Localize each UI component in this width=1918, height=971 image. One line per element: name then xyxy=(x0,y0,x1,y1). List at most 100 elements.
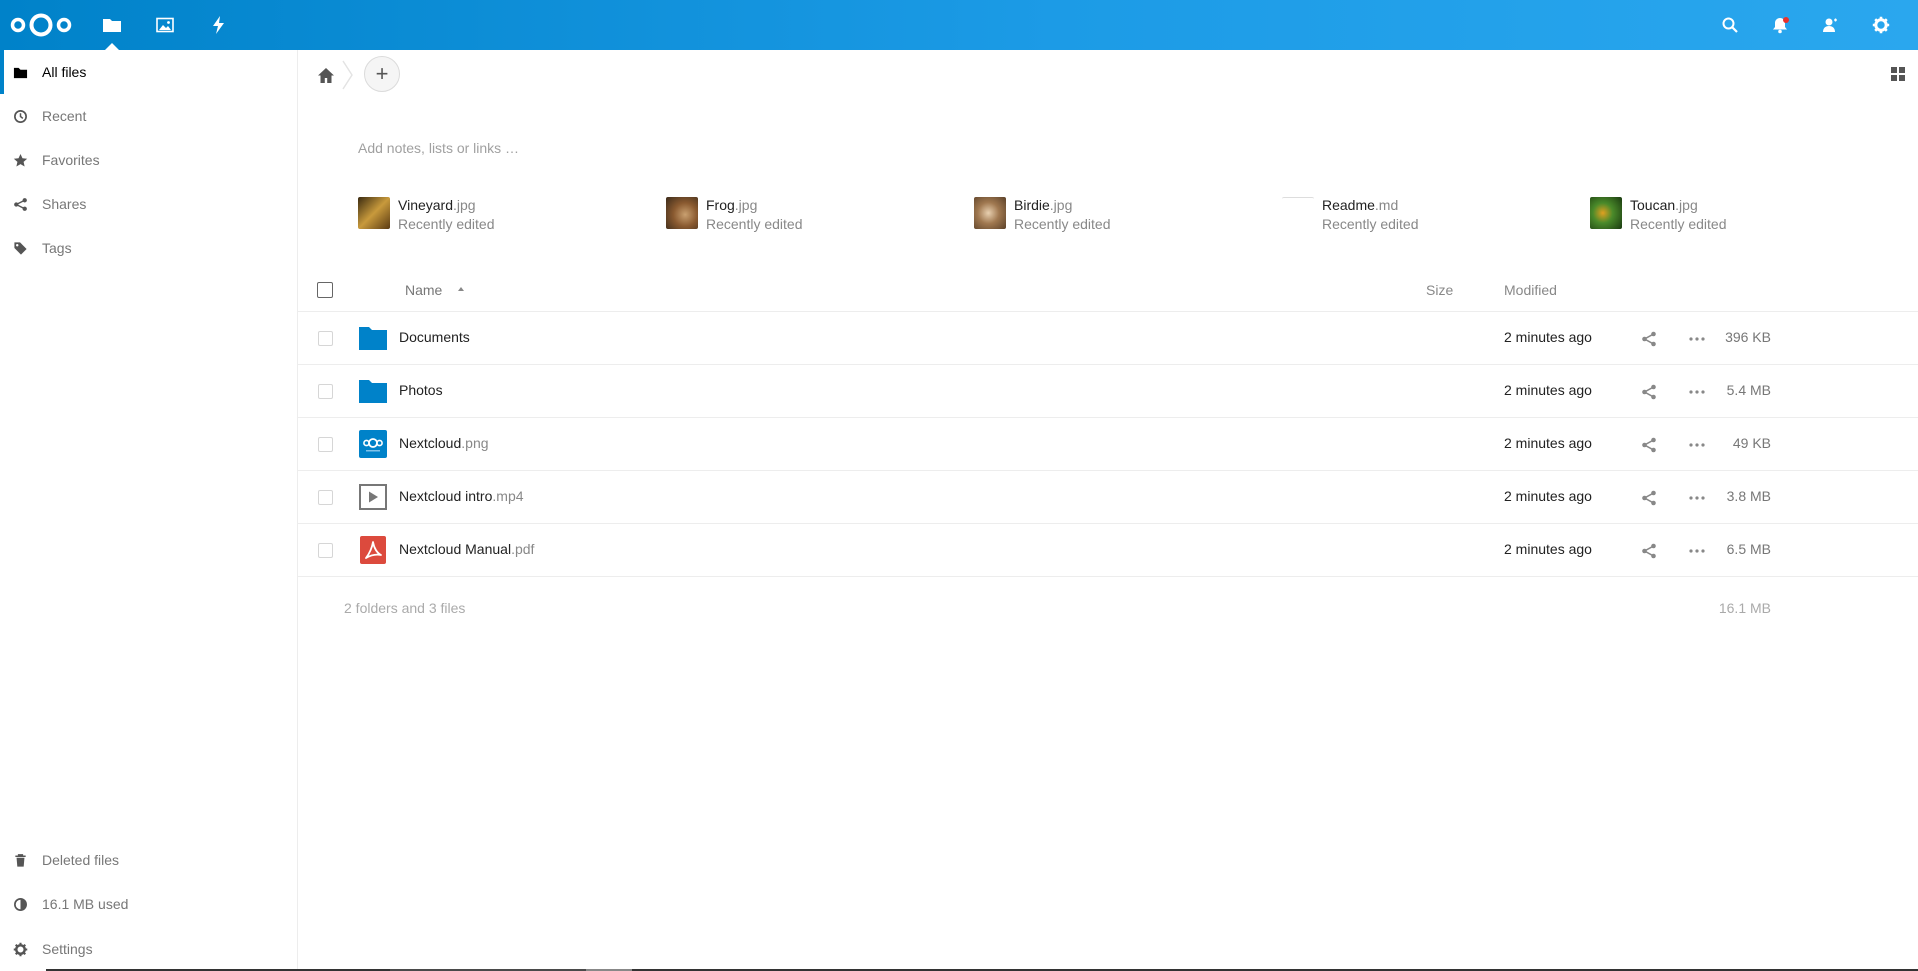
recent-file-subtitle: Recently edited xyxy=(1322,216,1419,232)
breadcrumb-separator xyxy=(342,60,353,90)
sidebar-item-recent[interactable]: Recent xyxy=(0,94,297,138)
share-icon[interactable] xyxy=(1640,489,1658,507)
table-row[interactable]: Documents 396 KB 2 minutes ago xyxy=(298,312,1918,365)
recent-files: Vineyard.jpg Recently edited Frog.jpg Re… xyxy=(358,195,1878,239)
pie-chart-icon xyxy=(0,897,40,912)
recent-file-subtitle: Recently edited xyxy=(398,216,495,232)
file-size: 6.5 MB xyxy=(1726,541,1771,557)
table-row[interactable]: Photos 5.4 MB 2 minutes ago xyxy=(298,365,1918,418)
row-checkbox[interactable] xyxy=(318,490,333,505)
settings-menu-button[interactable] xyxy=(1856,0,1906,50)
recent-file-card[interactable]: Frog.jpg Recently edited xyxy=(666,195,966,239)
sidebar-item-shares[interactable]: Shares xyxy=(0,182,297,226)
clock-icon xyxy=(0,109,40,124)
star-icon xyxy=(0,153,40,168)
share-icon[interactable] xyxy=(1640,436,1658,454)
sidebar-item-favorites[interactable]: Favorites xyxy=(0,138,297,182)
more-options-icon[interactable] xyxy=(1687,383,1707,401)
file-size: 396 KB xyxy=(1725,329,1771,345)
quota-indicator[interactable]: 16.1 MB used xyxy=(0,882,297,926)
plus-icon: + xyxy=(375,61,389,86)
file-thumbnail xyxy=(666,197,698,229)
file-thumbnail xyxy=(1590,197,1622,229)
sort-ascending-icon[interactable] xyxy=(456,284,466,294)
notifications-button[interactable] xyxy=(1755,0,1805,50)
recent-file-card[interactable]: Readme.md Recently edited xyxy=(1282,195,1582,239)
home-icon[interactable] xyxy=(316,66,336,86)
file-name[interactable]: Photos xyxy=(399,382,443,398)
row-checkbox[interactable] xyxy=(318,543,333,558)
file-size: 49 KB xyxy=(1732,435,1771,451)
file-name[interactable]: Nextcloud intro.mp4 xyxy=(399,488,524,504)
sidebar-item-deleted-files[interactable]: Deleted files xyxy=(0,838,297,882)
sidebar-item-all-files[interactable]: All files xyxy=(0,50,297,94)
app-activity-button[interactable] xyxy=(192,0,246,50)
table-row[interactable]: Nextcloud intro.mp4 3.8 MB 2 minutes ago xyxy=(298,471,1918,524)
sidebar-item-label: Favorites xyxy=(42,152,100,168)
sidebar-item-label: Deleted files xyxy=(42,852,120,868)
rich-workspace-notes[interactable]: Add notes, lists or links … xyxy=(358,140,519,156)
select-all-checkbox[interactable] xyxy=(317,282,333,298)
more-options-icon[interactable] xyxy=(1687,542,1707,560)
table-row[interactable]: Nextcloud.png 49 KB 2 minutes ago xyxy=(298,418,1918,471)
column-name-header[interactable]: Name xyxy=(405,282,442,298)
sidebar: All files Recent Favorites Shares Tags D… xyxy=(0,50,298,971)
file-modified: 2 minutes ago xyxy=(1504,541,1592,557)
nextcloud-logo[interactable] xyxy=(10,11,72,39)
file-thumbnail xyxy=(974,197,1006,229)
row-checkbox[interactable] xyxy=(318,384,333,399)
file-size: 3.8 MB xyxy=(1726,488,1771,504)
column-size-header[interactable]: Size xyxy=(1426,282,1453,298)
more-options-icon[interactable] xyxy=(1687,436,1707,454)
sidebar-item-label: Recent xyxy=(42,108,87,124)
grid-view-icon[interactable] xyxy=(1888,64,1908,84)
sidebar-item-settings[interactable]: Settings xyxy=(0,927,297,971)
search-icon xyxy=(1722,17,1738,33)
recent-file-name: Frog.jpg xyxy=(706,197,758,213)
file-modified: 2 minutes ago xyxy=(1504,382,1592,398)
recent-file-subtitle: Recently edited xyxy=(706,216,803,232)
contacts-button[interactable] xyxy=(1805,0,1855,50)
recent-file-subtitle: Recently edited xyxy=(1630,216,1727,232)
recent-file-name: Toucan.jpg xyxy=(1630,197,1698,213)
file-name[interactable]: Nextcloud Manual.pdf xyxy=(399,541,534,557)
file-name[interactable]: Documents xyxy=(399,329,470,345)
recent-file-name: Vineyard.jpg xyxy=(398,197,476,213)
file-modified: 2 minutes ago xyxy=(1504,329,1592,345)
search-button[interactable] xyxy=(1705,0,1755,50)
row-checkbox[interactable] xyxy=(318,437,333,452)
recent-file-card[interactable]: Birdie.jpg Recently edited xyxy=(974,195,1274,239)
row-checkbox[interactable] xyxy=(318,331,333,346)
sidebar-item-tags[interactable]: Tags xyxy=(0,226,297,270)
column-modified-header[interactable]: Modified xyxy=(1504,282,1557,298)
table-row[interactable]: Nextcloud Manual.pdf 6.5 MB 2 minutes ag… xyxy=(298,524,1918,577)
file-thumbnail xyxy=(358,197,390,229)
gear-icon xyxy=(0,942,40,957)
more-options-icon[interactable] xyxy=(1687,330,1707,348)
recent-file-name: Birdie.jpg xyxy=(1014,197,1073,213)
sidebar-item-label: All files xyxy=(42,64,87,80)
sidebar-item-label: Shares xyxy=(42,196,87,212)
app-files-button[interactable] xyxy=(85,0,139,50)
nextcloud-image-icon xyxy=(359,430,387,458)
share-icon[interactable] xyxy=(1640,330,1658,348)
sidebar-item-label: Tags xyxy=(42,240,72,256)
top-header xyxy=(0,0,1918,50)
app-photos-button[interactable] xyxy=(138,0,192,50)
video-icon xyxy=(359,484,387,510)
file-name[interactable]: Nextcloud.png xyxy=(399,435,489,451)
gear-icon xyxy=(1872,16,1890,34)
file-table-header: Name Size Modified xyxy=(298,268,1918,312)
file-summary: 2 folders and 3 files xyxy=(344,600,466,616)
share-icon[interactable] xyxy=(1640,542,1658,560)
file-thumbnail xyxy=(1282,197,1314,229)
trash-icon xyxy=(0,853,40,868)
file-modified: 2 minutes ago xyxy=(1504,435,1592,451)
recent-file-card[interactable]: Toucan.jpg Recently edited xyxy=(1590,195,1890,239)
recent-file-card[interactable]: Vineyard.jpg Recently edited xyxy=(358,195,658,239)
file-list-area: + Add notes, lists or links … Vineyard.j… xyxy=(298,50,1918,971)
new-file-button[interactable]: + xyxy=(364,56,400,92)
share-icon[interactable] xyxy=(1640,383,1658,401)
more-options-icon[interactable] xyxy=(1687,489,1707,507)
notification-dot xyxy=(1783,17,1789,23)
